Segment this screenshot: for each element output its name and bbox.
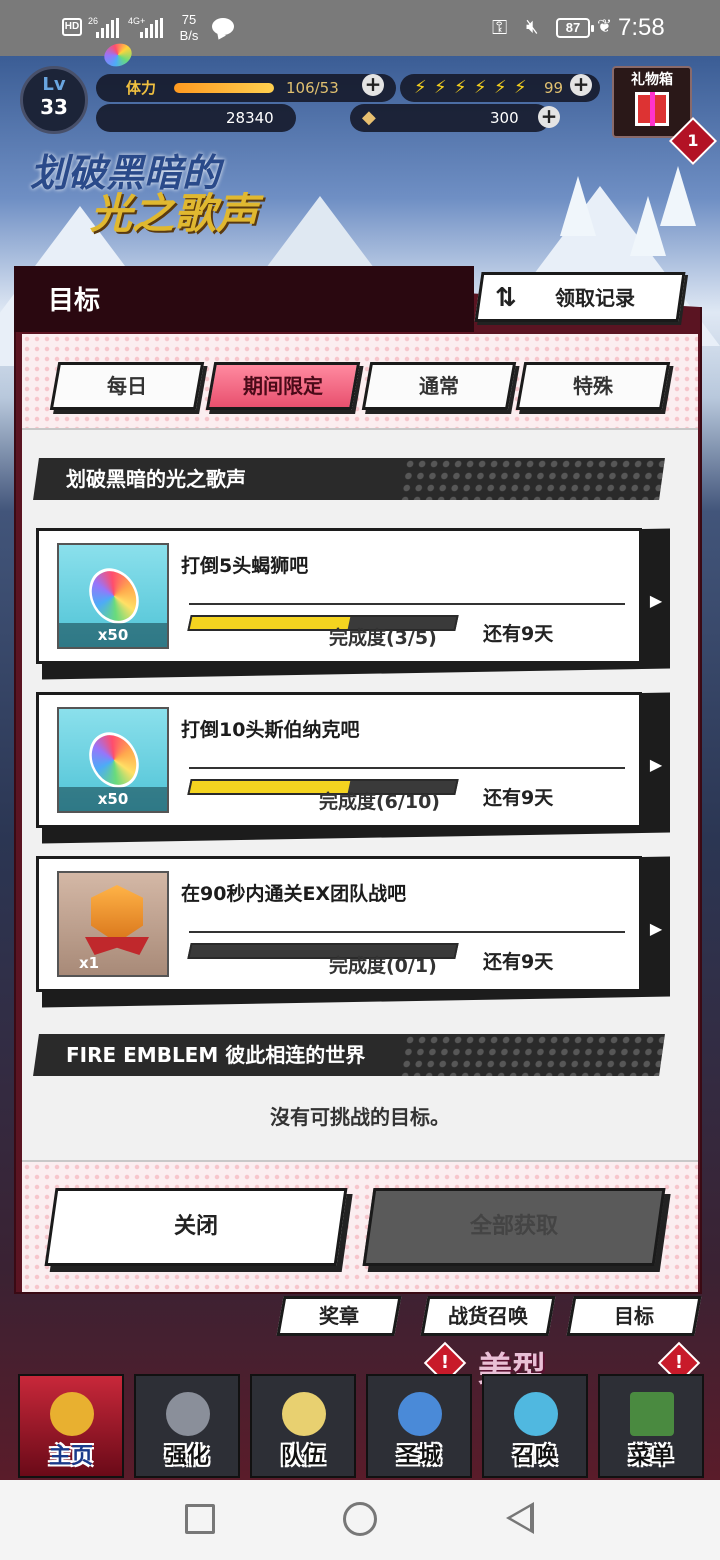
signal-bars-4g-icon [140,18,166,38]
add-crystals-button[interactable]: + [538,106,560,128]
network-speed: 75 B/s [179,12,199,43]
nav-team[interactable]: 队伍 [250,1374,356,1478]
reward-quantity: x50 [59,787,167,811]
nav-summon[interactable]: 召唤 [482,1374,588,1478]
add-stamina-button[interactable]: + [362,74,384,96]
modal-title: 目标 [48,286,101,316]
stamina-bar [174,83,274,93]
claim-all-button[interactable]: 全部获取 [362,1188,666,1266]
reward-orb: x50 [57,707,169,813]
empty-message: 沒有可挑战的目标。 [270,1105,450,1129]
orb-count: 28340 [226,109,274,127]
gift-icon [635,92,669,126]
home-circle-icon[interactable] [343,1502,377,1536]
signal-bars-icon [96,18,122,38]
stamina-value: 106/53 [286,79,339,97]
level-badge: Lv 33 [20,66,88,134]
quest-progress: 完成度(3/5) [329,627,437,649]
feather-icon: ⚡︎ [434,77,447,98]
back-triangle-icon[interactable] [506,1502,534,1534]
medal-icon [91,885,143,943]
feather-icon: ⚡︎ [514,77,527,98]
tab-limited-time[interactable]: 期间限定 [205,362,361,410]
tab-normal[interactable]: 通常 [361,362,517,410]
battery-icon: 87 [556,18,594,38]
top-hud: Lv 33 体力 106/53 + ⚡︎ ⚡︎ ⚡︎ ⚡︎ ⚡︎ ⚡︎ 99 +… [10,66,610,138]
section-header-fe: FIRE EMBLEM 彼此相连的世界 [33,1034,665,1076]
hammer-icon [166,1392,210,1436]
quest-progress: 完成度(6/10) [319,791,440,813]
quest-item[interactable]: x50 打倒10头斯伯纳克吧 完成度(6/10) 还有9天 ▶ [36,692,670,844]
reward-orb: x50 [57,543,169,649]
book-icon [630,1392,674,1436]
divider [189,931,625,933]
quest-item[interactable]: x1 在90秒内通关EX团队战吧 完成度(0/1) 还有9天 ▶ [36,856,670,1008]
chevron-right-icon[interactable]: ▶ [642,702,670,828]
medal-button[interactable]: 奖章 [276,1296,402,1336]
quest-title: 打倒10头斯伯纳克吧 [181,719,360,741]
snow-tree-icon [660,166,696,226]
reward-medal: x1 [57,871,169,977]
bottom-nav: 主页 强化 队伍 圣城 召唤 菜单 [0,1362,720,1480]
crystal-count: 300 [490,109,519,127]
crystal-icon: ◆ [362,107,376,128]
quest-progress: 完成度(0/1) [329,955,437,977]
quest-item[interactable]: x50 打倒5头蝎狮吧 完成度(3/5) 还有9天 ▶ [36,528,670,680]
claim-records-button[interactable]: ⇅ 领取记录 [474,272,686,322]
snow-tree-icon [560,176,596,236]
chevron-right-icon[interactable]: ▶ [642,866,670,992]
key-icon: ⚿ [492,17,508,39]
nav-castle[interactable]: 圣城 [366,1374,472,1478]
feather-icon: ⚡︎ [414,77,427,98]
stamina-row: 体力 106/53 [96,74,396,102]
feather-icon: ⚡︎ [454,77,467,98]
section-header-event: 划破黑暗的光之歌声 [33,458,665,500]
quest-remaining: 还有9天 [483,623,554,645]
clock: 7:58 [618,14,665,41]
tab-special[interactable]: 特殊 [515,362,671,410]
crystal-row: ◆ 300 [350,104,550,132]
quest-remaining: 还有9天 [483,951,554,973]
hd-icon: HD [62,18,82,36]
reward-quantity: x50 [59,623,167,647]
close-button[interactable]: 关闭 [44,1188,348,1266]
feather-icon: ⚡︎ [494,77,507,98]
orb-icon [79,559,149,633]
leaf-icon: ❦ [597,16,613,36]
nav-home[interactable]: 主页 [18,1374,124,1478]
refresh-arrows-icon: ⇅ [495,283,517,313]
mute-icon: 🔇︎ [526,16,539,38]
castle-icon [398,1392,442,1436]
message-icon [212,18,234,35]
level-value: 33 [40,95,68,119]
divider [189,603,625,605]
stamina-bar-fill [174,83,274,93]
reward-quantity: x1 [78,954,100,972]
progress-fill [189,617,351,629]
nav-enhance[interactable]: 强化 [134,1374,240,1478]
orb-row: 28340 [96,104,296,132]
hero-face-icon [282,1392,326,1436]
nav-menu[interactable]: 菜单 [598,1374,704,1478]
add-feathers-button[interactable]: + [570,74,592,96]
recent-apps-icon[interactable] [185,1504,215,1534]
crystal-icon [514,1392,558,1436]
tab-daily[interactable]: 每日 [49,362,205,410]
feather-count: 99 [544,79,564,97]
quest-title: 在90秒内通关EX团队战吧 [181,883,407,905]
divider [189,767,625,769]
event-logo: 划破黑暗的 光之歌声 [30,151,259,238]
feather-icon: ⚡︎ [474,77,487,98]
stamina-label: 体力 [126,79,157,97]
summon-goods-button[interactable]: 战货召唤 [420,1296,556,1336]
quest-remaining: 还有9天 [483,787,554,809]
goals-button[interactable]: 目标 [566,1296,702,1336]
android-nav-bar [0,1480,720,1560]
chevron-right-icon[interactable]: ▶ [642,538,670,664]
orb-icon [79,723,149,797]
progress-fill [189,945,193,957]
home-crest-icon [50,1392,94,1436]
quest-title: 打倒5头蝎狮吧 [181,555,309,577]
